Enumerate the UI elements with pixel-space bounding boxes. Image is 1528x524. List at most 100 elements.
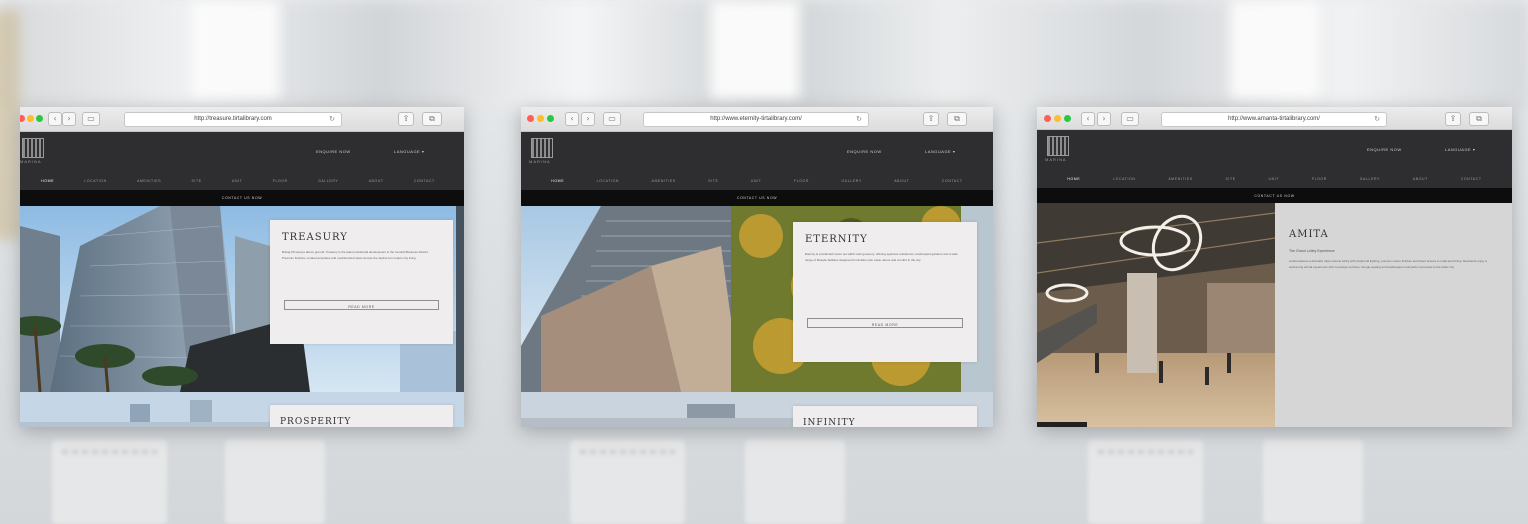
back-icon[interactable]: ‹ xyxy=(1081,112,1095,126)
nav-item-floor[interactable]: FLOOR xyxy=(1312,177,1327,181)
nav-item-amenities[interactable]: AMENITIES xyxy=(1168,177,1192,181)
close-window-icon[interactable] xyxy=(527,115,534,122)
zoom-window-icon[interactable] xyxy=(547,115,554,122)
enquire-link[interactable]: ENQUIRE NOW xyxy=(847,149,882,154)
project-card-eternity: ETERNITY Eternity is a landmark tower se… xyxy=(793,222,977,362)
address-bar[interactable]: http://www.eternity-tirtalibrary.com/ ↻ xyxy=(643,112,869,127)
nav-item-unit[interactable]: UNIT xyxy=(232,179,243,183)
logo-subtitle: MARINA xyxy=(1045,157,1067,162)
hero-image-eternity: ETERNITY Eternity is a landmark tower se… xyxy=(521,206,993,392)
nav-item-home[interactable]: HOME xyxy=(551,179,564,183)
browser-toolbar: ‹ › ▭ http://www.eternity-tirtalibrary.c… xyxy=(521,107,993,132)
contact-bar[interactable]: CONTACT US NOW xyxy=(20,190,464,206)
share-icon[interactable]: ⇪ xyxy=(1445,112,1461,126)
card-title: INFINITY xyxy=(803,418,856,427)
reload-icon[interactable]: ↻ xyxy=(1374,113,1380,126)
share-icon[interactable]: ⇪ xyxy=(398,112,414,126)
share-icon[interactable]: ⇪ xyxy=(923,112,939,126)
project-card-infinity: INFINITY xyxy=(793,406,977,427)
reload-icon[interactable]: ↻ xyxy=(856,113,862,126)
minimize-window-icon[interactable] xyxy=(27,115,34,122)
amita-info-panel: AMITA The Grand Lobby Experience Amita f… xyxy=(1275,203,1512,427)
browser-toolbar: ‹ › ▭ http://www.amanta-tirtalibrary.com… xyxy=(1037,107,1512,130)
nav-item-unit[interactable]: UNIT xyxy=(751,179,762,183)
nav-item-location[interactable]: LOCATION xyxy=(597,179,619,183)
nav-item-floor[interactable]: FLOOR xyxy=(794,179,809,183)
zoom-window-icon[interactable] xyxy=(1064,115,1071,122)
card-title: ETERNITY xyxy=(805,234,868,245)
forward-icon[interactable]: › xyxy=(1097,112,1111,126)
main-nav: HOME LOCATION AMENITIES SITE UNIT FLOOR … xyxy=(1037,177,1512,181)
nav-item-home[interactable]: HOME xyxy=(1067,177,1080,181)
enquire-link[interactable]: ENQUIRE NOW xyxy=(316,149,351,154)
tabs-icon[interactable]: ⧉ xyxy=(422,112,442,126)
browser-window-eternity: ‹ › ▭ http://www.eternity-tirtalibrary.c… xyxy=(521,107,993,427)
back-icon[interactable]: ‹ xyxy=(565,112,579,126)
panel-title: AMITA xyxy=(1289,229,1329,240)
nav-item-contact[interactable]: CONTACT xyxy=(942,179,963,183)
nav-item-unit[interactable]: UNIT xyxy=(1268,177,1279,181)
card-description: Rising 50 storeys above ground, Treasury… xyxy=(282,250,429,260)
site-logo[interactable] xyxy=(1047,136,1069,156)
zoom-window-icon[interactable] xyxy=(36,115,43,122)
forward-icon[interactable]: › xyxy=(62,112,76,126)
language-dropdown[interactable]: LANGUAGE ▾ xyxy=(394,149,424,154)
card-title: TREASURY xyxy=(282,232,348,243)
minimize-window-icon[interactable] xyxy=(537,115,544,122)
nav-item-location[interactable]: LOCATION xyxy=(1113,177,1135,181)
read-more-button[interactable]: READ MORE xyxy=(807,318,963,328)
site-logo[interactable] xyxy=(531,138,553,158)
background-window-blur xyxy=(710,0,800,100)
panel-subtitle: The Grand Lobby Experience xyxy=(1289,249,1335,253)
nav-item-site[interactable]: SITE xyxy=(1225,177,1235,181)
site-header: MARINA ENQUIRE NOW LANGUAGE ▾ HOME LOCAT… xyxy=(521,132,993,190)
project-card-treasury: TREASURY Rising 50 storeys above ground,… xyxy=(270,220,453,344)
minimize-window-icon[interactable] xyxy=(1054,115,1061,122)
nav-item-floor[interactable]: FLOOR xyxy=(273,179,288,183)
nav-item-gallery[interactable]: GALLERY xyxy=(1360,177,1380,181)
site-header: MARINA ENQUIRE NOW LANGUAGE ▾ HOME LOCAT… xyxy=(20,132,464,190)
tabs-icon[interactable]: ⧉ xyxy=(947,112,967,126)
enquire-link[interactable]: ENQUIRE NOW xyxy=(1367,147,1402,152)
url-text: http://www.eternity-tirtalibrary.com/ xyxy=(710,116,802,122)
nav-item-about[interactable]: ABOUT xyxy=(1413,177,1428,181)
back-icon[interactable]: ‹ xyxy=(48,112,62,126)
sidebar-icon[interactable]: ▭ xyxy=(603,112,621,126)
browser-toolbar: ‹ › ▭ http://treasure.tirtalibrary.com ↻… xyxy=(20,107,464,132)
address-bar[interactable]: http://treasure.tirtalibrary.com ↻ xyxy=(124,112,342,127)
background-gold-decoration xyxy=(0,10,20,240)
nav-item-location[interactable]: LOCATION xyxy=(84,179,106,183)
contact-bar[interactable]: CONTACT US NOW xyxy=(521,190,993,206)
nav-item-contact[interactable]: CONTACT xyxy=(1461,177,1482,181)
card-description: Eternity is a landmark tower set within … xyxy=(805,252,958,262)
site-logo[interactable] xyxy=(22,138,44,158)
address-bar[interactable]: http://www.amanta-tirtalibrary.com/ ↻ xyxy=(1161,112,1387,127)
project-card-prosperity: PROSPERITY xyxy=(270,405,453,427)
reload-icon[interactable]: ↻ xyxy=(329,113,335,126)
language-dropdown[interactable]: LANGUAGE ▾ xyxy=(925,149,955,154)
nav-item-gallery[interactable]: GALLERY xyxy=(841,179,861,183)
nav-item-about[interactable]: ABOUT xyxy=(894,179,909,183)
close-window-icon[interactable] xyxy=(20,115,25,122)
forward-icon[interactable]: › xyxy=(581,112,595,126)
close-window-icon[interactable] xyxy=(1044,115,1051,122)
nav-item-site[interactable]: SITE xyxy=(191,179,201,183)
main-nav: HOME LOCATION AMENITIES SITE UNIT FLOOR … xyxy=(521,179,993,183)
nav-item-contact[interactable]: CONTACT xyxy=(414,179,435,183)
url-text: http://www.amanta-tirtalibrary.com/ xyxy=(1228,116,1320,122)
contact-bar[interactable]: CONTACT US NOW xyxy=(1037,188,1512,204)
nav-item-site[interactable]: SITE xyxy=(708,179,718,183)
logo-subtitle: MARINA xyxy=(529,159,551,164)
background-calendar-blur xyxy=(570,440,685,524)
sidebar-icon[interactable]: ▭ xyxy=(82,112,100,126)
nav-item-amenities[interactable]: AMENITIES xyxy=(137,179,161,183)
nav-item-about[interactable]: ABOUT xyxy=(369,179,384,183)
site-header: MARINA ENQUIRE NOW LANGUAGE ▾ HOME LOCAT… xyxy=(1037,130,1512,188)
read-more-button[interactable]: READ MORE xyxy=(284,300,439,310)
nav-item-amenities[interactable]: AMENITIES xyxy=(652,179,676,183)
sidebar-icon[interactable]: ▭ xyxy=(1121,112,1139,126)
language-dropdown[interactable]: LANGUAGE ▾ xyxy=(1445,147,1475,152)
nav-item-home[interactable]: HOME xyxy=(41,179,54,183)
tabs-icon[interactable]: ⧉ xyxy=(1469,112,1489,126)
nav-item-gallery[interactable]: GALLERY xyxy=(318,179,338,183)
